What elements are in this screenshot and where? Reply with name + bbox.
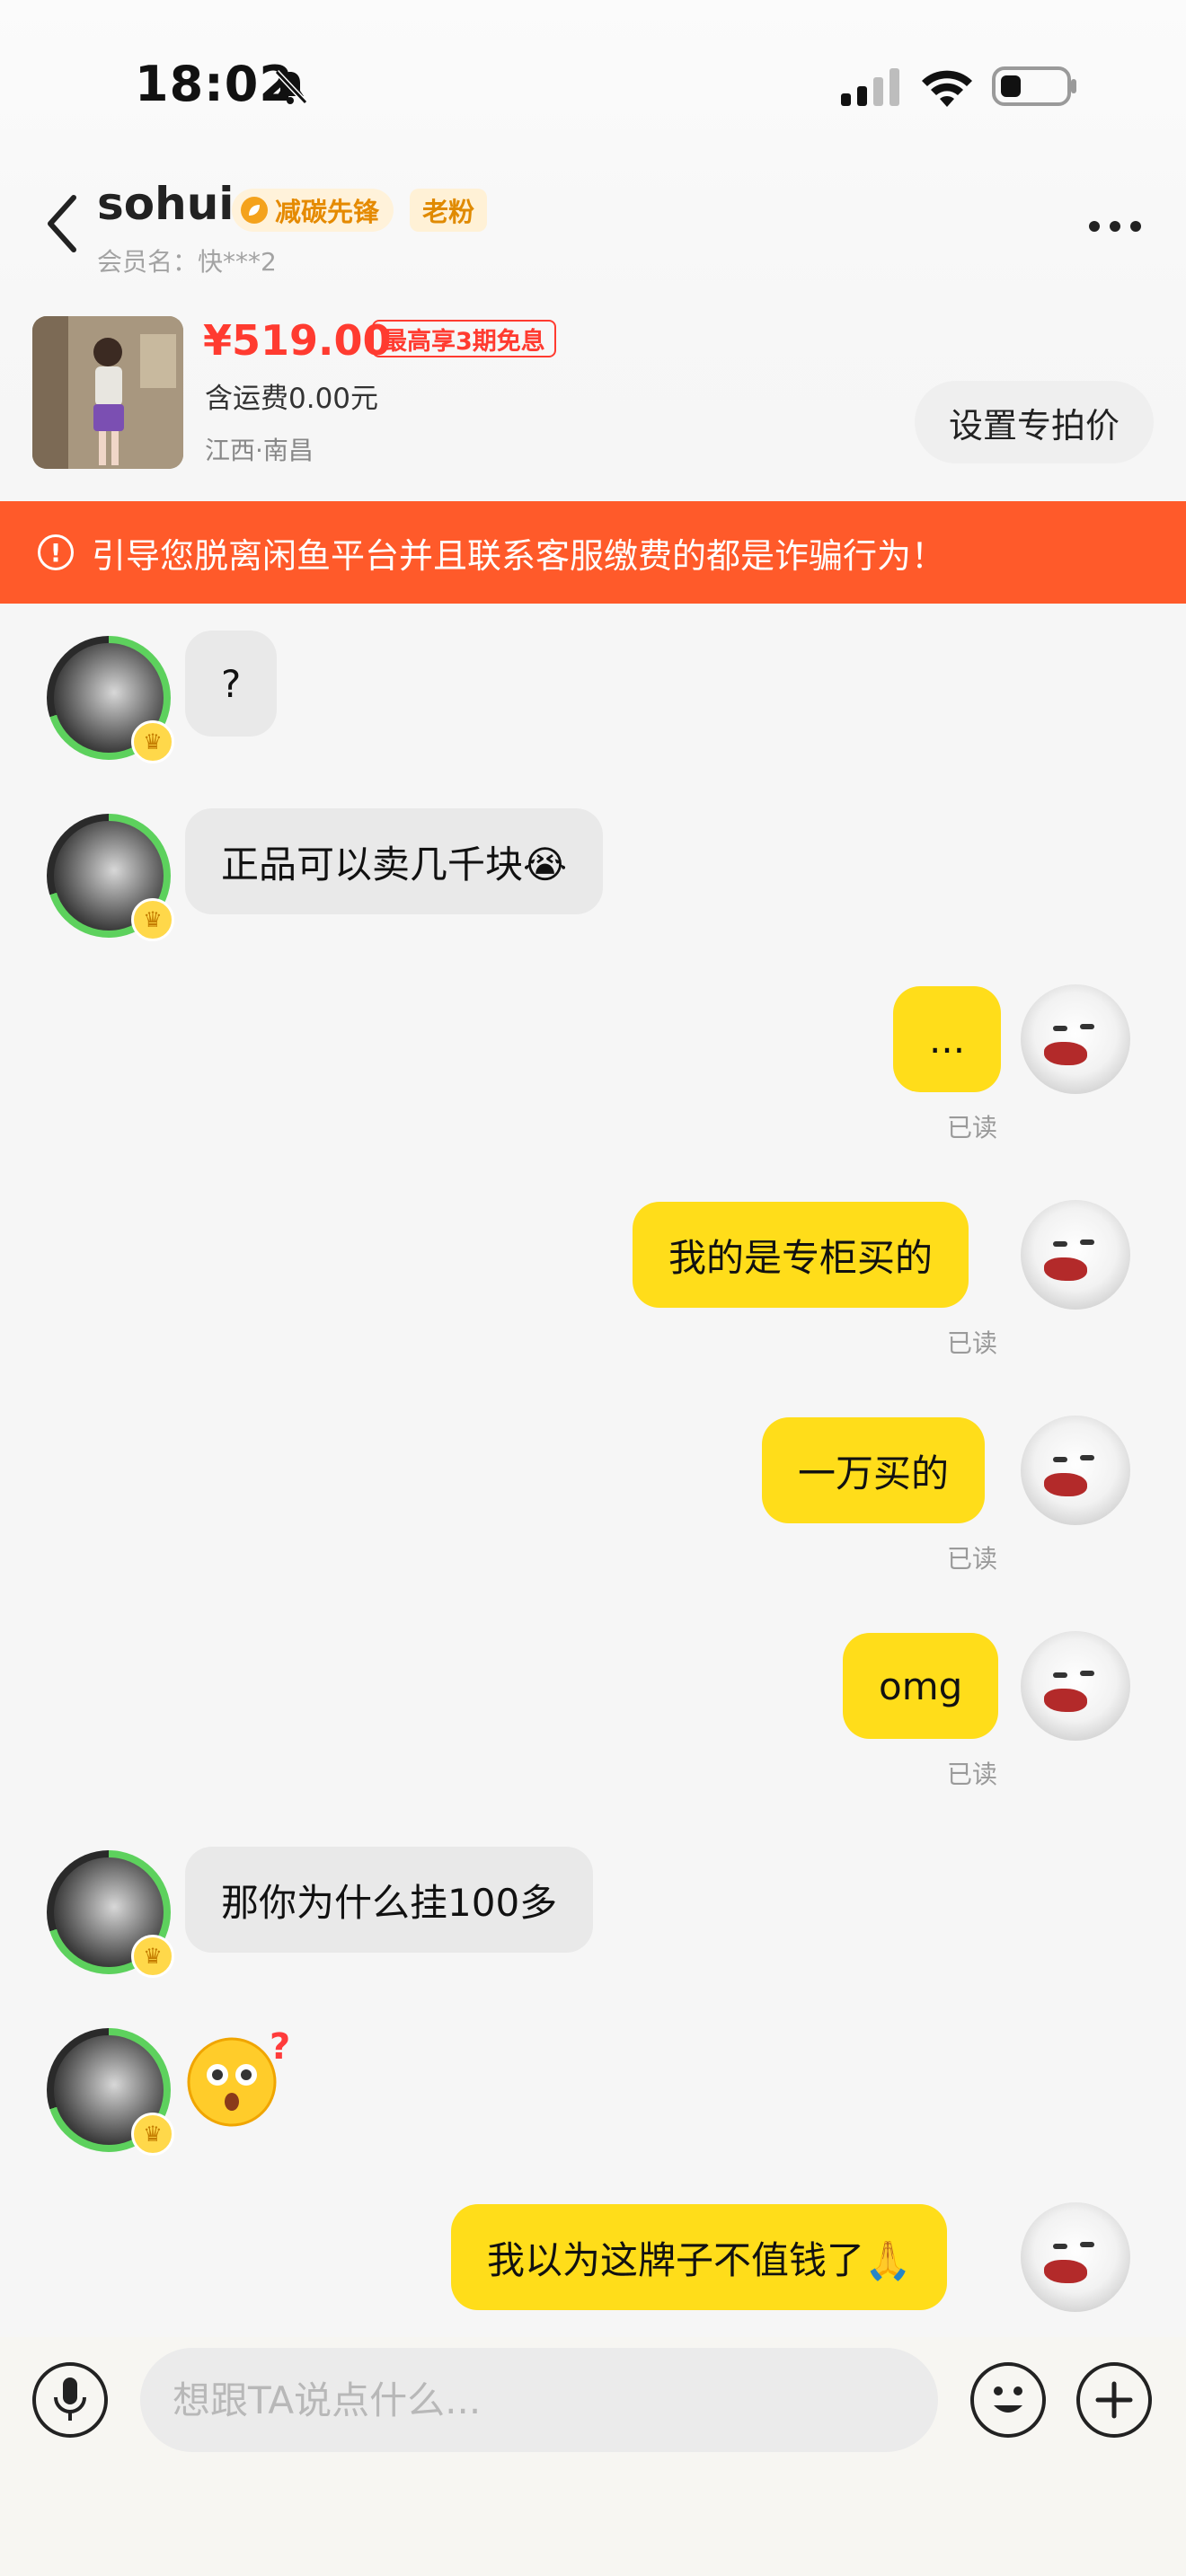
user-name[interactable]: sohui xyxy=(97,178,234,230)
back-button[interactable] xyxy=(41,192,86,255)
crown-icon: ♛ xyxy=(131,720,174,763)
microphone-button[interactable] xyxy=(32,2362,108,2438)
self-avatar[interactable] xyxy=(1021,1416,1130,1525)
set-special-price-button[interactable]: 设置专拍价 xyxy=(915,381,1154,463)
self-avatar[interactable] xyxy=(1021,984,1130,1094)
self-avatar[interactable] xyxy=(1021,1200,1130,1310)
status-bar: 18:02 xyxy=(0,0,1186,171)
installment-tag: 最高享3期免息 xyxy=(372,320,556,357)
message-bubble-in[interactable]: 那你为什么挂100多 xyxy=(185,1847,594,1953)
read-status: 已读 xyxy=(947,1328,998,1358)
fan-badge: 老粉 xyxy=(410,189,488,232)
self-avatar[interactable] xyxy=(1021,1631,1130,1741)
smiley-icon xyxy=(994,2386,1022,2413)
more-dots-icon[interactable] xyxy=(1085,216,1145,237)
message-bubble-in[interactable]: 正品可以卖几千块😭 xyxy=(185,808,604,914)
bell-slash-icon xyxy=(274,69,308,105)
message-input[interactable] xyxy=(140,2348,938,2452)
exclamation-icon: ! xyxy=(38,534,74,570)
product-photo xyxy=(32,316,183,469)
message-bubble-out[interactable]: 我的是专柜买的 xyxy=(633,1202,969,1308)
leaf-icon xyxy=(241,197,268,224)
crown-icon: ♛ xyxy=(131,2113,174,2156)
message-bubble-in[interactable]: ? xyxy=(185,631,278,737)
plus-icon xyxy=(1095,2381,1133,2419)
other-user-avatar[interactable]: ♛ xyxy=(47,2028,174,2156)
read-status: 已读 xyxy=(947,1760,998,1789)
product-location: 江西·南昌 xyxy=(205,436,314,465)
chat-area: ♛ ? ♛ 正品可以卖几千块😭 ... 已读 我的是专柜买的 已读 一万买的 已… xyxy=(0,604,1186,2337)
message-bubble-out[interactable]: ... xyxy=(893,986,1002,1092)
other-user-avatar[interactable]: ♛ xyxy=(47,814,174,941)
svg-text:?: ? xyxy=(270,2028,290,2068)
microphone-icon xyxy=(54,2378,86,2421)
shipping-fee: 含运费0.00元 xyxy=(205,383,379,415)
member-name: 会员名：快***2 xyxy=(97,247,277,277)
read-status: 已读 xyxy=(947,1113,998,1142)
other-user-avatar[interactable]: ♛ xyxy=(47,1850,174,1978)
fraud-warning-text: 引导您脱离闲鱼平台并且联系客服缴费的都是诈骗行为！ xyxy=(92,535,946,576)
product-price: ¥519.00 xyxy=(203,316,392,365)
wifi-icon xyxy=(922,70,972,107)
battery-icon xyxy=(992,66,1076,106)
cellular-signal-icon xyxy=(841,68,899,106)
carbon-badge-label: 减碳先锋 xyxy=(275,197,380,227)
product-thumbnail[interactable] xyxy=(32,316,183,469)
emoji-button[interactable] xyxy=(970,2362,1046,2438)
carbon-badge: 减碳先锋 xyxy=(232,189,394,232)
message-bubble-out[interactable]: 一万买的 xyxy=(762,1417,986,1523)
message-bubble-out[interactable]: 我以为这牌子不值钱了🙏 xyxy=(451,2204,948,2310)
other-user-avatar[interactable]: ♛ xyxy=(47,636,174,763)
input-bar xyxy=(0,2337,1186,2576)
read-status: 已读 xyxy=(947,1544,998,1574)
crown-icon: ♛ xyxy=(131,898,174,941)
plus-button[interactable] xyxy=(1076,2362,1152,2438)
confused-face-emoji[interactable]: ? xyxy=(183,2028,293,2127)
crown-icon: ♛ xyxy=(131,1935,174,1978)
self-avatar[interactable] xyxy=(1021,2202,1130,2312)
message-bubble-out[interactable]: omg xyxy=(843,1633,999,1739)
fraud-warning-banner: ! 引导您脱离闲鱼平台并且联系客服缴费的都是诈骗行为！ xyxy=(0,501,1186,604)
